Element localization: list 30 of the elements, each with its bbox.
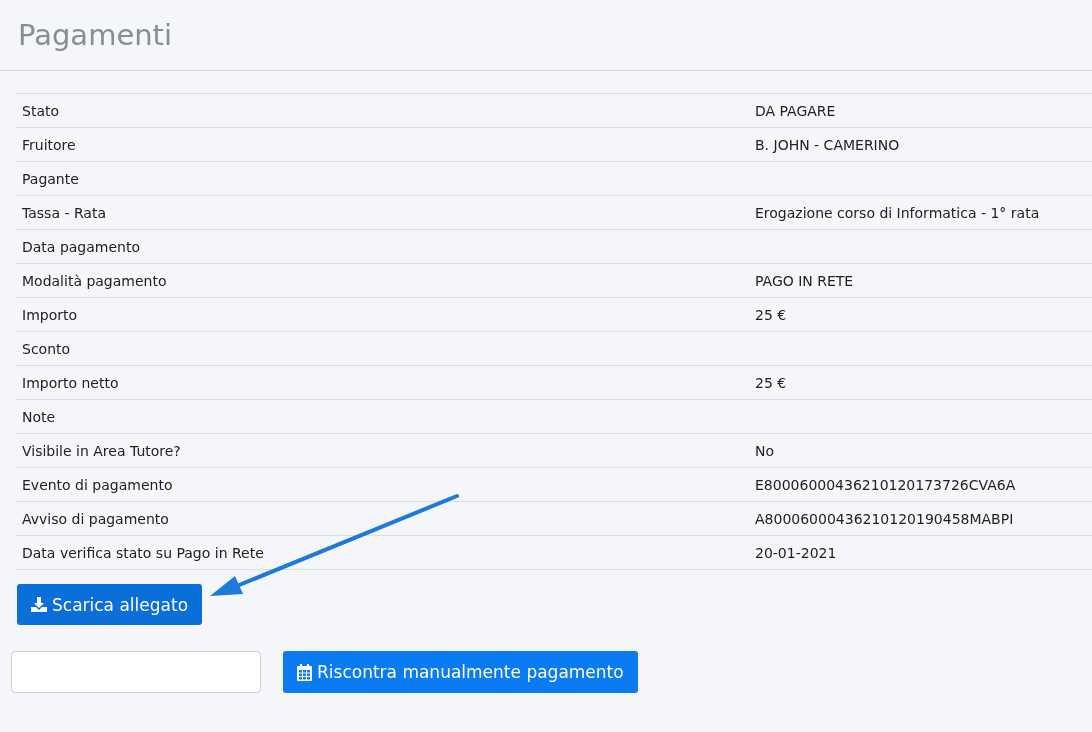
field-label: Evento di pagamento — [21, 476, 174, 493]
field-value: DA PAGARE — [754, 102, 837, 119]
reconcile-button[interactable]: Riscontra manualmente pagamento — [283, 651, 638, 693]
field-value: E80006000436210120173726CVA6A — [754, 476, 1017, 493]
field-label: Pagante — [21, 170, 80, 187]
field-label: Visibile in Area Tutore? — [21, 442, 182, 459]
calendar-icon — [297, 663, 312, 681]
field-value: No — [754, 442, 776, 459]
field-label: Data verifica stato su Pago in Rete — [21, 544, 265, 561]
field-value: A80006000436210120190458MABPI — [754, 510, 1015, 527]
field-label: Importo netto — [21, 374, 120, 391]
field-value: 25 € — [754, 374, 788, 391]
field-label: Stato — [21, 102, 60, 119]
field-label: Fruitore — [21, 136, 77, 153]
field-label: Modalità pagamento — [21, 272, 168, 289]
field-label: Tassa - Rata — [21, 204, 107, 221]
field-value: 25 € — [754, 306, 788, 323]
input-field[interactable] — [11, 651, 261, 693]
download-icon — [31, 597, 47, 612]
field-value: B. JOHN - CAMERINO — [754, 136, 901, 153]
field-label: Sconto — [21, 340, 72, 357]
page-title: Pagamenti — [18, 18, 173, 52]
field-label: Avviso di pagamento — [21, 510, 170, 527]
field-label: Importo — [21, 306, 79, 323]
field-label: Note — [21, 408, 57, 425]
field-value: 20-01-2021 — [754, 544, 838, 561]
field-label: Data pagamento — [21, 238, 141, 255]
field-value: PAGO IN RETE — [754, 272, 855, 289]
field-value: Erogazione corso di Informatica - 1° rata — [754, 204, 1041, 221]
download-button[interactable]: Scarica allegato — [17, 584, 203, 625]
